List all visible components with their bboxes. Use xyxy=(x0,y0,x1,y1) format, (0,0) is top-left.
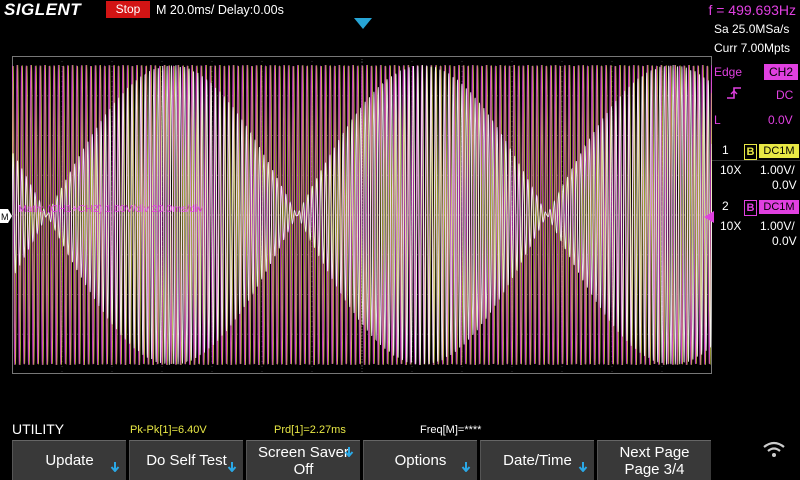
probe-ratio: 10X xyxy=(720,163,742,177)
date-time-button[interactable]: Date/Time xyxy=(480,440,594,480)
math-channel-label: Math: (CH1+CH2) 1.00V/div 20.0ms/div xyxy=(18,203,203,215)
chevron-down-icon xyxy=(344,447,354,457)
waveform-display[interactable]: Math: (CH1+CH2) 1.00V/div 20.0ms/div xyxy=(12,56,712,374)
vertical-offset: 0.0V xyxy=(772,178,797,192)
run-stop-indicator[interactable]: Stop xyxy=(106,1,150,18)
acquisition-info: Sa 25.0MSa/s Curr 7.00Mpts xyxy=(714,20,800,58)
wifi-icon xyxy=(763,441,785,457)
measurement-pkpk: Pk-Pk[1]=6.40V xyxy=(130,424,207,436)
trigger-mode: L xyxy=(714,113,721,127)
bw-limit-badge: B xyxy=(744,200,757,216)
vertical-offset: 0.0V xyxy=(772,234,797,248)
softkey-value: Off xyxy=(293,460,314,478)
softkey-label: Do Self Test xyxy=(146,452,227,469)
sample-rate: Sa 25.0MSa/s xyxy=(714,22,790,36)
trigger-source-badge: CH2 xyxy=(764,64,798,80)
next-page-button[interactable]: Next Page Page 3/4 xyxy=(597,440,711,480)
trigger-position-marker[interactable] xyxy=(354,18,372,29)
channel-number: 1 xyxy=(722,143,729,157)
math-ground-marker[interactable]: M xyxy=(0,209,12,223)
page-indicator: Page 3/4 xyxy=(624,460,685,478)
softkey-label: Options xyxy=(394,452,447,469)
update-button[interactable]: Update xyxy=(12,440,126,480)
options-button[interactable]: Options xyxy=(363,440,477,480)
svg-text:M: M xyxy=(1,212,9,222)
channel-1-panel[interactable]: 1 B DC1M 10X 1.00V/ 0.0V xyxy=(712,142,800,198)
coupling-badge: DC1M xyxy=(759,200,799,214)
rising-edge-icon xyxy=(727,87,741,99)
chevron-down-icon xyxy=(227,462,237,472)
memory-depth: Curr 7.00Mpts xyxy=(714,41,791,55)
channel-2-header: 2 B DC1M xyxy=(712,198,800,216)
measurement-frequency: Freq[M]=**** xyxy=(420,424,482,436)
chevron-down-icon xyxy=(578,462,588,472)
coupling-badge: DC1M xyxy=(759,144,799,158)
vertical-scale: 1.00V/ xyxy=(760,219,795,233)
menu-title: UTILITY xyxy=(12,421,65,437)
frequency-counter: f = 499.693Hz xyxy=(708,2,796,18)
measurement-period: Prd[1]=2.27ms xyxy=(274,424,346,436)
trigger-panel[interactable]: Edge CH2 DC L 0.0V xyxy=(712,60,800,136)
channel-number: 2 xyxy=(722,199,729,213)
chevron-down-icon xyxy=(110,462,120,472)
channel-1-header: 1 B DC1M xyxy=(712,142,800,161)
timebase-readout[interactable]: M 20.0ms/ Delay:0.00s xyxy=(156,1,284,19)
trigger-level: 0.0V xyxy=(768,113,793,127)
vertical-scale: 1.00V/ xyxy=(760,163,795,177)
softkey-label: Update xyxy=(45,452,94,469)
brand-logo: SIGLENT xyxy=(4,0,82,19)
self-test-button[interactable]: Do Self Test xyxy=(129,440,243,480)
softkey-label: Next Page xyxy=(619,443,690,461)
trigger-type: Edge xyxy=(714,65,743,79)
bw-limit-badge: B xyxy=(744,144,757,160)
channel-2-panel[interactable]: 2 B DC1M 10X 1.00V/ 0.0V xyxy=(712,198,800,254)
softkey-label: Date/Time xyxy=(503,452,572,469)
trigger-coupling: DC xyxy=(776,88,794,102)
chevron-down-icon xyxy=(461,462,471,472)
probe-ratio: 10X xyxy=(720,219,742,233)
screen-saver-button[interactable]: Screen Saver Off xyxy=(246,440,360,480)
softkey-label: Screen Saver xyxy=(258,443,349,461)
